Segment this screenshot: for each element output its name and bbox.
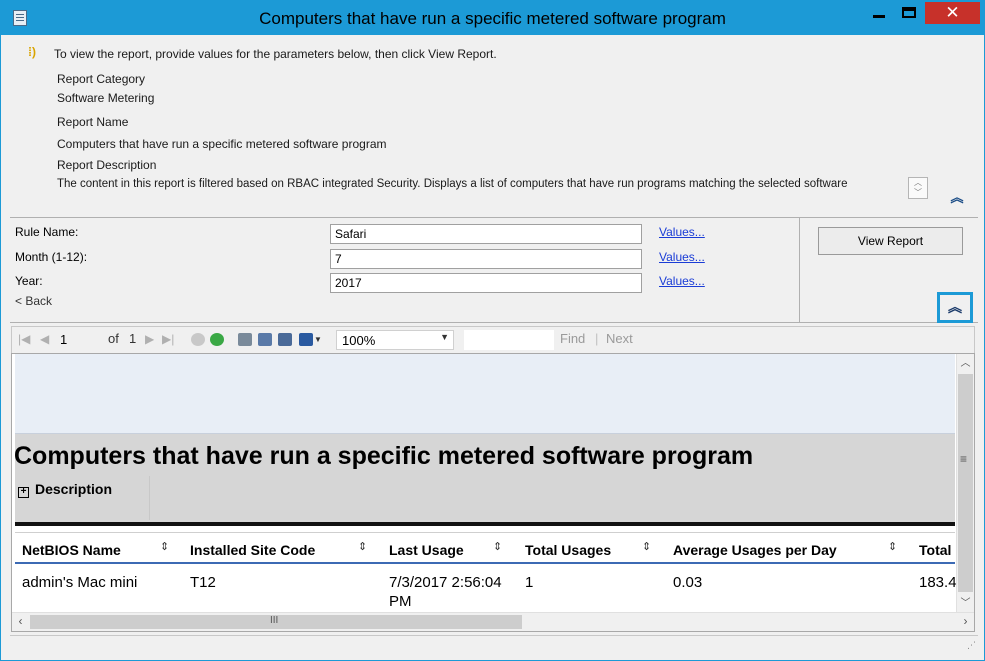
report-header-band	[15, 354, 955, 434]
rule-name-label: Rule Name:	[15, 225, 79, 239]
report-toolbar: |◀ ◀ 1 of 1 ▶ ▶| ▼ 100% ▼ Find | Next	[11, 326, 975, 353]
page-setup-icon[interactable]	[278, 333, 292, 346]
vertical-scroll-thumb[interactable]: ≡	[958, 374, 973, 592]
print-layout-icon[interactable]	[258, 333, 272, 346]
report-viewport: Computers that have run a specific meter…	[11, 353, 975, 632]
export-dropdown-icon[interactable]: ▼	[314, 335, 322, 344]
minimize-button[interactable]	[864, 2, 894, 24]
column-header-total[interactable]: Total	[919, 542, 951, 558]
export-icon[interactable]	[299, 333, 313, 346]
scroll-down-icon[interactable]: ﹀	[909, 188, 927, 198]
rule-name-values-link[interactable]: Values...	[659, 225, 705, 239]
next-page-icon[interactable]: ▶	[145, 332, 154, 346]
find-button[interactable]: Find	[560, 331, 585, 346]
horizontal-scrollbar[interactable]: ‹ III ›	[12, 612, 974, 631]
cell-netbios: admin's Mac mini	[22, 574, 138, 591]
scroll-up-icon[interactable]: ︿	[909, 178, 927, 188]
scroll-left-icon[interactable]: ‹	[12, 614, 29, 631]
zoom-select[interactable]: 100% ▼	[336, 330, 454, 350]
next-button[interactable]: Next	[606, 331, 633, 346]
column-header-site-code[interactable]: Installed Site Code	[190, 542, 315, 558]
double-chevron-up-icon: ︽	[950, 190, 964, 205]
year-label: Year:	[15, 274, 43, 288]
first-page-icon[interactable]: |◀	[18, 332, 30, 346]
current-page-input[interactable]: 1	[56, 330, 108, 350]
column-header-netbios[interactable]: NetBIOS Name	[22, 542, 121, 558]
report-description-label: Report Description	[57, 158, 157, 172]
window-title: Computers that have run a specific meter…	[259, 9, 726, 28]
close-icon: ✕	[945, 3, 960, 22]
report-description-value: The content in this report is filtered b…	[57, 178, 848, 190]
year-values-link[interactable]: Values...	[659, 274, 705, 288]
info-icon: ⁞)	[28, 45, 36, 59]
month-input[interactable]	[330, 249, 642, 269]
description-toggle[interactable]: + Description	[18, 481, 112, 498]
stop-icon[interactable]	[191, 333, 205, 346]
cell-site-code: T12	[190, 574, 216, 591]
collapse-params-button[interactable]: ︽	[937, 292, 973, 323]
report-title: Computers that have run a specific meter…	[14, 442, 754, 470]
print-icon[interactable]	[238, 333, 252, 346]
cell-last-usage: 7/3/2017 2:56:04	[389, 574, 502, 591]
rule-name-input[interactable]	[330, 224, 642, 244]
minimize-icon	[873, 15, 885, 18]
table-header: NetBIOS Name ⇕ Installed Site Code ⇕ Las…	[15, 532, 955, 564]
title-bar[interactable]: Computers that have run a specific meter…	[1, 1, 984, 35]
zoom-value: 100%	[342, 333, 376, 348]
collapse-info-button[interactable]: ︽	[948, 189, 966, 207]
maximize-icon	[902, 7, 916, 18]
instruction-text: To view the report, provide values for t…	[54, 47, 497, 61]
title-rule	[15, 522, 955, 526]
cell-total-usages: 1	[525, 574, 534, 591]
scroll-right-icon[interactable]: ›	[957, 614, 974, 631]
scroll-grip-icon: III	[270, 615, 279, 626]
scroll-grip-icon: ≡	[960, 452, 968, 466]
page-of-label: of	[108, 331, 119, 346]
page-total: 1	[129, 331, 137, 346]
close-button[interactable]: ✕	[925, 2, 980, 24]
vertical-scrollbar[interactable]: ︿ ≡ ﹀	[956, 354, 974, 612]
report-viewer-window: Computers that have run a specific meter…	[0, 0, 985, 661]
report-name-label: Report Name	[57, 115, 129, 129]
refresh-icon[interactable]	[210, 333, 224, 346]
chevron-down-icon: ▼	[440, 332, 449, 342]
sort-icon[interactable]: ⇕	[493, 540, 502, 553]
report-category-value: Software Metering	[57, 91, 155, 105]
sort-icon[interactable]: ⇕	[358, 540, 367, 553]
cell-last-usage-time: PM	[389, 593, 412, 610]
cell-total: 183.4	[919, 574, 957, 591]
scroll-up-icon[interactable]: ︿	[957, 354, 974, 372]
view-report-button[interactable]: View Report	[818, 227, 963, 255]
status-bar: ⋰	[10, 635, 978, 653]
double-chevron-up-icon: ︽	[948, 299, 962, 315]
horizontal-scroll-thumb[interactable]: III	[30, 615, 522, 629]
sort-icon[interactable]: ⇕	[888, 540, 897, 553]
parameters-panel: Rule Name: Values... Month (1-12): Value…	[10, 217, 978, 323]
report-category-label: Report Category	[57, 72, 146, 86]
back-link[interactable]: < Back	[15, 294, 52, 308]
column-header-last-usage[interactable]: Last Usage	[389, 542, 464, 558]
description-label: Description	[35, 481, 113, 497]
sort-icon[interactable]: ⇕	[160, 540, 169, 553]
year-input[interactable]	[330, 273, 642, 293]
last-page-icon[interactable]: ▶|	[162, 332, 174, 346]
report-info-panel: ⁞) To view the report, provide values fo…	[10, 37, 978, 217]
sort-icon[interactable]: ⇕	[642, 540, 651, 553]
expand-plus-icon[interactable]: +	[18, 487, 29, 498]
column-header-avg-usages[interactable]: Average Usages per Day	[673, 542, 837, 558]
cell-avg-per-day: 0.03	[673, 574, 703, 591]
resize-grip-icon[interactable]: ⋰	[967, 640, 976, 651]
month-values-link[interactable]: Values...	[659, 250, 705, 264]
maximize-button[interactable]	[894, 2, 924, 24]
find-input[interactable]	[464, 330, 554, 350]
month-label: Month (1-12):	[15, 250, 88, 264]
scroll-down-icon[interactable]: ﹀	[957, 594, 974, 612]
toolbar-separator: |	[595, 331, 599, 346]
params-divider	[799, 218, 800, 323]
description-scroll[interactable]: ︿ ﹀	[908, 177, 928, 199]
previous-page-icon[interactable]: ◀	[40, 332, 49, 346]
report-name-value: Computers that have run a specific meter…	[57, 137, 387, 151]
column-header-total-usages[interactable]: Total Usages	[525, 542, 611, 558]
